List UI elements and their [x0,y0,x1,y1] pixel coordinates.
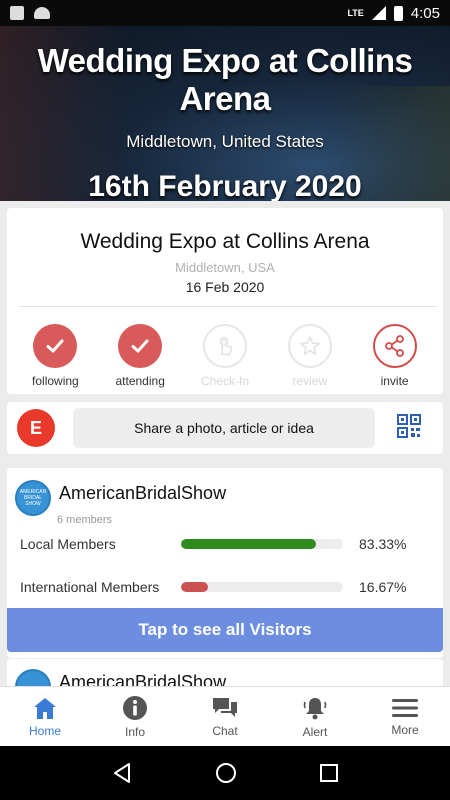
event-banner: Wedding Expo at Collins Arena Middletown… [0,26,450,201]
share-composer: E Share a photo, article or idea [7,402,443,454]
international-members-stat: International Members 16.67% [20,579,440,595]
nav-chat[interactable]: Chat [180,687,270,746]
group-member-count: 6 members [57,514,113,526]
star-icon [287,324,332,368]
group-name: AmericanBridalShow [59,483,227,503]
stat-label: Local Members [20,536,116,552]
check-in-label: Check-In [200,374,249,388]
stat-label: International Members [20,579,160,595]
home-circle-icon[interactable] [215,762,237,784]
signal-icon [371,6,386,20]
recents-icon[interactable] [319,763,339,783]
banner-location: Middletown, United States [126,132,324,151]
clock: 4:05 [410,4,440,22]
chat-icon [213,697,237,717]
event-location: Middletown, USA [175,260,275,275]
nav-alert[interactable]: Alert [270,687,360,746]
following-button[interactable]: following [15,324,95,388]
event-card: Wedding Expo at Collins Arena Middletown… [7,208,443,394]
check-icon [118,324,163,368]
avatar[interactable]: E [17,409,55,447]
bottom-navigation: Home Info Chat Alert More [0,686,450,746]
share-icon [372,324,417,368]
following-label: following [32,374,79,388]
group-logo: AMERICAN BRIDAL SHOW [15,480,51,516]
stat-percent: 16.67% [359,579,407,595]
invite-label: invite [380,374,409,388]
check-icon [33,324,78,368]
divider [19,306,437,307]
bell-icon [303,697,327,719]
battery-icon [393,5,403,21]
nav-label: More [391,722,419,737]
group-card[interactable]: AMERICAN BRIDAL SHOW AmericanBridalShow … [7,468,443,658]
stat-percent: 83.33% [359,536,407,552]
local-members-stat: Local Members 83.33% [20,536,440,552]
progress-fill [181,582,208,592]
status-bar: LTE 4:05 [0,0,450,26]
invite-button[interactable]: invite [355,324,435,388]
sd-card-icon [10,6,24,20]
nav-more[interactable]: More [360,687,450,746]
banner-date: 16th February 2020 [88,170,362,201]
network-type: LTE [347,8,364,18]
share-post-button[interactable]: Share a photo, article or idea [73,408,375,448]
menu-icon [392,698,418,717]
android-icon [34,7,50,19]
nav-label: Alert [302,724,328,739]
event-title: Wedding Expo at Collins Arena [80,230,370,253]
qr-code-icon[interactable] [397,413,421,443]
nav-label: Chat [212,723,238,738]
nav-info[interactable]: Info [90,687,180,746]
attending-button[interactable]: attending [100,324,180,388]
nav-home[interactable]: Home [0,687,90,746]
attending-label: attending [115,374,165,388]
progress-bar [181,539,343,549]
progress-fill [181,539,316,549]
home-icon [34,697,56,719]
back-icon[interactable] [111,762,133,784]
see-all-visitors-button[interactable]: Tap to see all Visitors [7,608,443,652]
info-icon [123,695,147,720]
nav-label: Home [28,723,61,738]
banner-title: Wedding Expo at Collins Arena [37,42,413,117]
review-button[interactable]: review [270,324,350,388]
system-navigation-bar [0,746,450,800]
hand-pointer-icon [202,324,247,368]
review-label: review [292,374,328,388]
check-in-button[interactable]: Check-In [185,324,265,388]
progress-bar [181,582,343,592]
event-actions: following attending Check-In review invi… [7,324,443,388]
nav-label: Info [124,724,145,739]
event-date: 16 Feb 2020 [185,279,265,295]
